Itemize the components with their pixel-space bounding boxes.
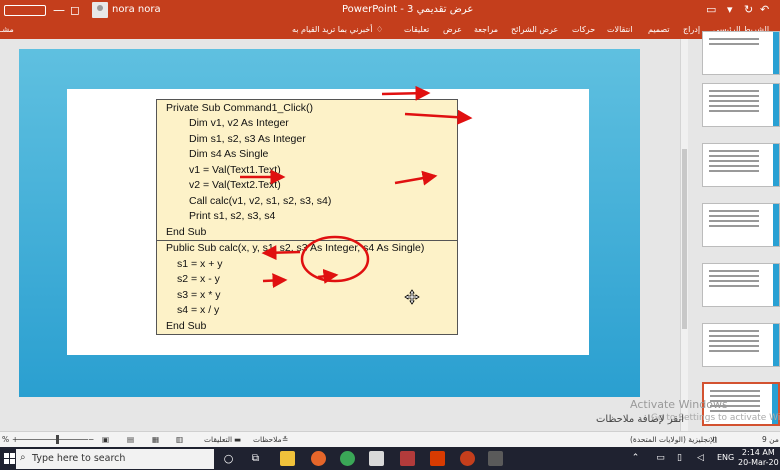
office-icon[interactable] bbox=[430, 451, 445, 466]
reading-view-icon[interactable]: ▤ bbox=[127, 435, 134, 444]
search-icon: ⌕ bbox=[20, 452, 26, 463]
file-explorer-icon[interactable] bbox=[280, 451, 295, 466]
accessibility-icon[interactable]: ▯ bbox=[713, 435, 717, 444]
clock-date: 20-Mar-20 bbox=[738, 458, 779, 467]
slide-thumbnail[interactable] bbox=[702, 263, 780, 307]
taskbar: ⌕ Type here to search ○ ⧉ ⌃ ▭ ▯ ◁ ENG 2:… bbox=[0, 447, 780, 470]
zoom-slider-knob[interactable] bbox=[56, 435, 59, 444]
slide-counter: 9 من bbox=[762, 435, 779, 444]
firefox-icon[interactable] bbox=[311, 451, 326, 466]
slide-thumbnail[interactable] bbox=[702, 31, 780, 75]
status-bar: % + − ▣ ▤ ▦ ▥ التعليقات ▬ ملاحظات ≛ الإن… bbox=[0, 431, 780, 447]
slide-thumbnail[interactable] bbox=[702, 83, 780, 127]
search-placeholder: Type here to search bbox=[32, 453, 126, 464]
notes-icon[interactable]: ≛ bbox=[282, 435, 288, 444]
annotation-arrow bbox=[404, 109, 473, 125]
system-clock[interactable]: 2:14 AM 20-Mar-20 bbox=[738, 448, 779, 468]
slide-thumbnail[interactable] bbox=[702, 143, 780, 187]
fit-slide-icon[interactable]: ▣ bbox=[102, 435, 109, 444]
task-view-icon[interactable]: ⧉ bbox=[248, 451, 263, 466]
notes-button[interactable]: ملاحظات bbox=[253, 435, 282, 444]
language-indicator[interactable]: الإنجليزية (الولايات المتحدة) bbox=[630, 435, 717, 444]
taskbar-search[interactable]: ⌕ Type here to search bbox=[16, 449, 214, 469]
move-cursor-icon bbox=[404, 289, 420, 305]
clock-time: 2:14 AM bbox=[741, 448, 775, 457]
chrome-icon[interactable] bbox=[340, 451, 355, 466]
notes-placeholder[interactable]: انقر لإضافة ملاحظات bbox=[596, 414, 684, 425]
annotation-arrow bbox=[394, 170, 438, 186]
slide-thumbnail[interactable] bbox=[702, 323, 780, 367]
app-icon[interactable] bbox=[488, 451, 503, 466]
normal-view-icon[interactable]: ▥ bbox=[176, 435, 183, 444]
photos-icon[interactable] bbox=[369, 451, 384, 466]
zoom-level[interactable]: % bbox=[2, 435, 9, 444]
battery-icon[interactable]: ▯ bbox=[672, 451, 687, 466]
comments-icon[interactable]: ▬ bbox=[234, 435, 241, 444]
tray-chevron-icon[interactable]: ⌃ bbox=[628, 451, 643, 466]
winrar-icon[interactable] bbox=[400, 451, 415, 466]
annotation-arrow bbox=[262, 273, 288, 289]
annotation-arrow bbox=[381, 85, 431, 101]
powerpoint-icon[interactable] bbox=[460, 451, 475, 466]
zoom-slider[interactable] bbox=[16, 439, 88, 440]
activation-watermark: Activate Windows bbox=[630, 398, 728, 411]
annotation-arrow bbox=[317, 268, 339, 284]
volume-icon[interactable]: ◁ bbox=[693, 451, 708, 466]
sorter-view-icon[interactable]: ▦ bbox=[152, 435, 159, 444]
zoom-out-button[interactable]: − bbox=[88, 435, 94, 444]
comments-button[interactable]: التعليقات bbox=[204, 435, 232, 444]
slide-thumbnails-pane bbox=[688, 31, 780, 431]
cortana-icon[interactable]: ○ bbox=[221, 451, 236, 466]
annotation-arrow bbox=[261, 245, 301, 261]
input-language[interactable]: ENG bbox=[717, 453, 734, 462]
network-icon[interactable]: ▭ bbox=[653, 451, 668, 466]
slide-thumbnail[interactable] bbox=[702, 203, 780, 247]
